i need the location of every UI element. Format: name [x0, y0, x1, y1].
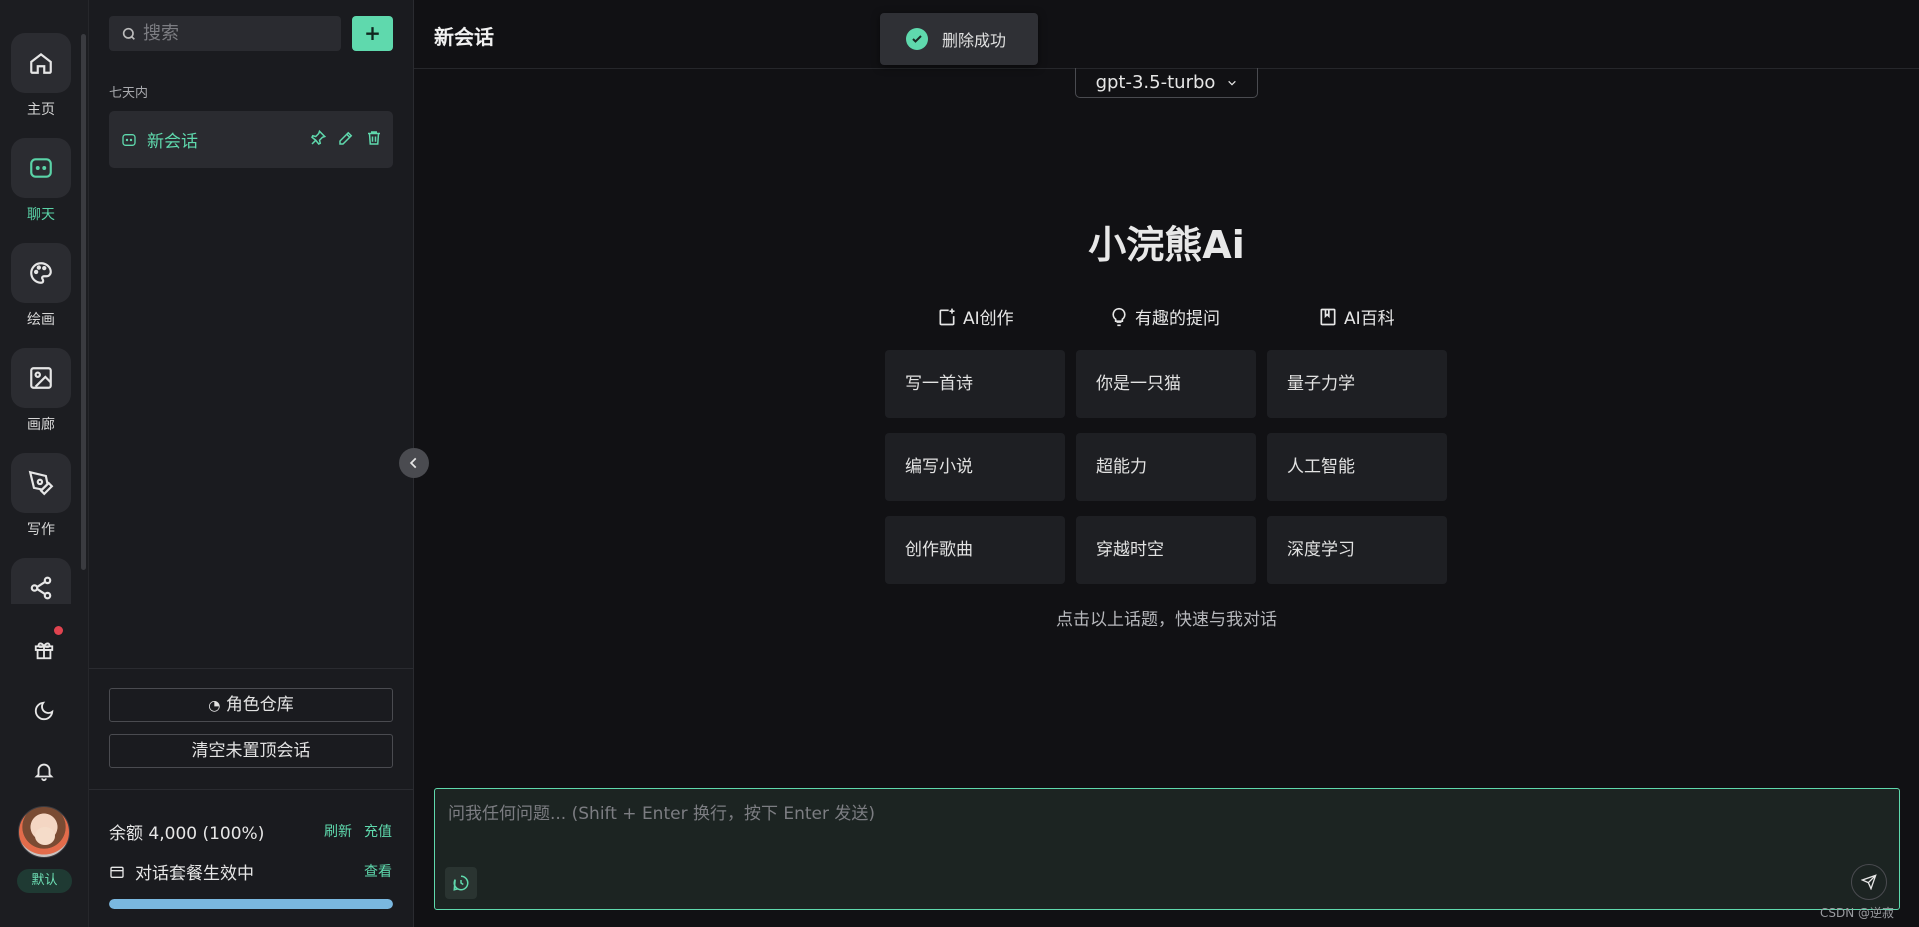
- conversation-sidebar: + 七天内 新会话 ◔ 角色仓库 清空未置顶会话 余额 4,000 (100%)…: [89, 0, 414, 927]
- rail-item-home[interactable]: 主页: [10, 33, 72, 119]
- role-library-label: 角色仓库: [225, 695, 294, 715]
- topic-card[interactable]: 写一首诗: [885, 350, 1065, 418]
- toast-text: 删除成功: [942, 31, 1007, 50]
- home-icon: [11, 33, 71, 93]
- share-icon: [11, 558, 71, 604]
- icon-rail: 主页 聊天 绘画 画廊 写作 默认: [0, 0, 89, 927]
- category-fun-questions: 有趣的提问: [1109, 304, 1220, 329]
- rail-item-chat[interactable]: 聊天: [10, 138, 72, 224]
- chevron-down-icon: [1228, 80, 1237, 86]
- edit-icon[interactable]: [337, 129, 355, 147]
- moon-icon[interactable]: [22, 689, 66, 733]
- main-panel: 新会话 删除成功 gpt-3.5-turbo 小浣熊Ai AI创作 有趣的提问 …: [414, 0, 1919, 927]
- pin-icon[interactable]: [309, 129, 327, 147]
- topic-card[interactable]: 量子力学: [1267, 350, 1447, 418]
- delete-icon[interactable]: [365, 129, 383, 147]
- image-icon: [11, 348, 71, 408]
- search-box[interactable]: [109, 16, 341, 51]
- lightbulb-icon: [1112, 307, 1126, 326]
- send-button[interactable]: [1851, 864, 1887, 900]
- book-icon: [1320, 308, 1336, 325]
- toast-message: 删除成功: [880, 13, 1038, 65]
- category-label: 有趣的提问: [1135, 309, 1220, 329]
- topic-card[interactable]: 穿越时空: [1076, 516, 1256, 584]
- chat-icon: [11, 138, 71, 198]
- category-label: AI创作: [963, 309, 1014, 329]
- calendar-icon: [110, 866, 124, 878]
- plan-label: 对话套餐生效中: [135, 864, 254, 884]
- send-icon: [1861, 874, 1877, 890]
- hint-text: 点击以上话题，快速与我对话: [1056, 610, 1277, 630]
- search-icon: [122, 27, 135, 40]
- topic-card[interactable]: 编写小说: [885, 433, 1065, 501]
- rail-label-gallery: 画廊: [27, 417, 55, 433]
- check-icon: [906, 28, 928, 50]
- watermark: CSDN @逆寂: [1820, 906, 1895, 920]
- model-selector[interactable]: gpt-3.5-turbo: [1075, 68, 1258, 98]
- rail-label-chat: 聊天: [27, 207, 55, 223]
- topic-card[interactable]: 超能力: [1076, 433, 1256, 501]
- balance-text: 余额 4,000 (100%): [109, 824, 265, 844]
- rail-item-gallery[interactable]: 画廊: [10, 348, 72, 434]
- history-button[interactable]: [445, 867, 477, 899]
- page-title: 新会话: [434, 25, 494, 49]
- message-input[interactable]: [448, 799, 1878, 849]
- conversation-item[interactable]: 新会话: [109, 111, 393, 168]
- role-library-button[interactable]: ◔ 角色仓库: [109, 688, 393, 722]
- group-title: 七天内: [109, 86, 149, 101]
- rail-label-home: 主页: [27, 102, 55, 118]
- add-note-icon: [939, 308, 955, 325]
- topic-card[interactable]: 你是一只猫: [1076, 350, 1256, 418]
- notification-dot: [54, 626, 63, 635]
- pen-icon: [11, 453, 71, 513]
- rail-scrollbar[interactable]: [81, 34, 86, 570]
- search-input[interactable]: [143, 23, 323, 44]
- palette-icon: ◔: [208, 698, 221, 714]
- clear-unpinned-button[interactable]: 清空未置顶会话: [109, 734, 393, 768]
- rail-item-paint[interactable]: 绘画: [10, 243, 72, 329]
- balance-progress-bar: [109, 899, 393, 909]
- topic-card[interactable]: 创作歌曲: [885, 516, 1065, 584]
- avatar[interactable]: [18, 806, 70, 858]
- rail-item-write[interactable]: 写作: [10, 453, 72, 539]
- refresh-link[interactable]: 刷新: [324, 821, 352, 841]
- brand-title: 小浣熊Ai: [1088, 223, 1245, 267]
- category-ai-create: AI创作: [937, 304, 1014, 329]
- palette-icon: [11, 243, 71, 303]
- bell-icon[interactable]: [22, 749, 66, 793]
- plan-status: 对话套餐生效中: [109, 859, 254, 884]
- chat-icon: [122, 133, 136, 146]
- topic-card[interactable]: 深度学习: [1267, 516, 1447, 584]
- view-plan-link[interactable]: 查看: [364, 861, 392, 881]
- rail-item-share[interactable]: [10, 558, 72, 604]
- rail-label-write: 写作: [27, 522, 55, 538]
- divider: [89, 668, 414, 669]
- add-conversation-button[interactable]: +: [352, 16, 393, 51]
- rail-label-paint: 绘画: [27, 312, 55, 328]
- progress-fill: [109, 899, 393, 909]
- default-badge: 默认: [17, 869, 72, 893]
- recharge-link[interactable]: 充值: [364, 821, 392, 841]
- chat-clock-icon: [453, 875, 469, 891]
- conversation-title: 新会话: [147, 132, 198, 152]
- model-name: gpt-3.5-turbo: [1095, 72, 1216, 93]
- message-input-box: [434, 788, 1900, 910]
- topic-card[interactable]: 人工智能: [1267, 433, 1447, 501]
- category-label: AI百科: [1344, 309, 1395, 329]
- category-encyclopedia: AI百科: [1318, 304, 1395, 329]
- divider: [89, 789, 414, 790]
